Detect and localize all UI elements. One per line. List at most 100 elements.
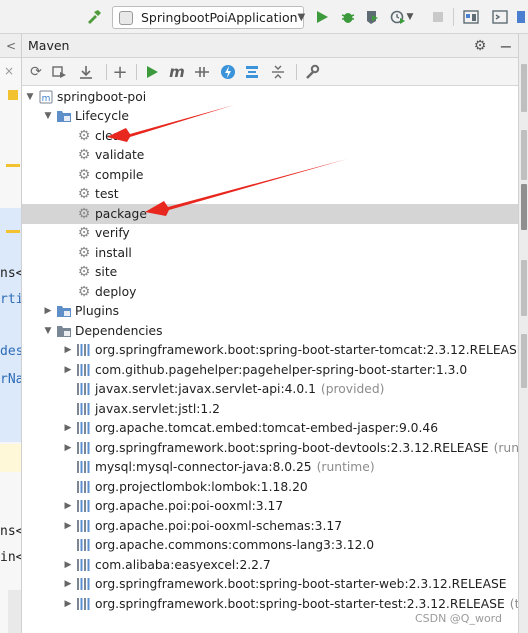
chevron-down-icon[interactable]: ▼ [24,92,36,102]
tree-node-label: site [95,265,118,280]
plugins-folder-icon [56,303,72,319]
lifecycle-goal-install[interactable]: ⚙ install [22,243,518,263]
chevron-right-icon[interactable]: ▶ [62,560,74,570]
highlight-line [0,444,21,472]
chevron-right-icon[interactable]: ▶ [62,443,74,453]
run-icon[interactable] [312,7,332,27]
lifecycle-goal-site[interactable]: ⚙ site [22,263,518,283]
lifecycle-goal-package[interactable]: ⚙ package [22,204,518,224]
tree-node-label: org.projectlombok:lombok:1.18.20 [95,479,308,494]
run-config-label: SpringbootPoiApplication [141,10,298,25]
toggle-offline-icon[interactable] [192,62,212,82]
library-icon [76,479,92,495]
more-icon[interactable] [514,7,526,27]
run-icon[interactable] [142,62,162,82]
dependency-item[interactable]: mysql:mysql-connector-java:8.0.25 (runtim… [22,458,518,478]
tool-tab-maven[interactable] [521,184,527,230]
build-hammer-icon[interactable] [84,7,104,27]
maven-toolbar: ⟳ + m [22,58,518,86]
chevron-left-icon[interactable]: < [0,34,21,58]
chevron-down-icon[interactable]: ▼ [42,111,54,121]
chevron-right-icon[interactable]: ▶ [62,501,74,511]
tool-tab[interactable] [521,64,527,112]
dependency-item[interactable]: org.projectlombok:lombok:1.18.20 [22,477,518,497]
reload-icon[interactable]: ⟳ [26,62,46,82]
dependency-item[interactable]: javax.servlet:jstl:1.2 [22,399,518,419]
chevron-down-icon[interactable]: ▼ [404,7,416,27]
terminal-icon[interactable] [490,7,510,27]
tree-node-label: install [95,245,132,260]
chevron-right-icon[interactable]: ▶ [62,423,74,433]
lifecycle-goal-validate[interactable]: ⚙ validate [22,146,518,166]
gear-icon[interactable]: ⚙ [470,36,490,56]
dependency-item[interactable]: ▶ org.springframework.boot:spring-boot-st… [22,594,518,614]
tool-tab[interactable] [521,260,527,316]
chevron-right-icon[interactable]: ▶ [42,306,54,316]
gear-icon: ⚙ [77,244,91,261]
library-icon [76,381,92,397]
chevron-right-icon[interactable]: ▶ [62,521,74,531]
stop-icon[interactable] [428,7,448,27]
dependency-item[interactable]: ▶ org.springframework.boot:spring-boot-de… [22,438,518,458]
tool-tab[interactable] [521,334,527,388]
tree-dependencies[interactable]: ▼ Dependencies [22,321,518,341]
tree-node-label: clean [95,128,129,143]
tree-project-root[interactable]: ▼ m springboot-poi [22,87,518,107]
dependency-item[interactable]: ▶ org.apache.poi:poi-ooxml:3.17 [22,497,518,517]
tree-node-label: org.apache.tomcat.embed:tomcat-embed-jas… [95,421,439,436]
tree-node-label: org.apache.commons:commons-lang3:3.12.0 [95,538,375,553]
lifecycle-goal-deploy[interactable]: ⚙ deploy [22,282,518,302]
tree-plugins[interactable]: ▶ Plugins [22,302,518,322]
dependency-item[interactable]: ▶ org.apache.poi:poi-ooxml-schemas:3.17 [22,516,518,536]
debug-icon[interactable] [338,7,358,27]
chevron-right-icon[interactable]: ▶ [62,345,74,355]
coverage-icon[interactable] [362,7,382,27]
tree-node-label: compile [95,167,144,182]
add-icon[interactable]: + [110,62,130,83]
tree-node-label: validate [95,148,145,163]
close-icon[interactable]: × [4,64,14,78]
tree-lifecycle[interactable]: ▼ Lifecycle [22,107,518,127]
change-marker [6,230,20,233]
dependency-item[interactable]: ▶ com.alibaba:easyexcel:2.2.7 [22,555,518,575]
chevron-right-icon[interactable]: ▶ [62,579,74,589]
chevron-down-icon[interactable]: ▼ [42,326,54,336]
library-icon [76,576,92,592]
lifecycle-goal-clean[interactable]: ⚙ clean [22,126,518,146]
tree-node-label: package [95,206,147,221]
chevron-right-icon[interactable]: ▶ [62,365,74,375]
dependency-item[interactable]: ▶ org.springframework.boot:spring-boot-st… [22,575,518,595]
watermark: CSDN @Q_word [414,612,502,625]
show-dependencies-icon[interactable] [242,62,262,82]
chevron-right-icon[interactable]: ▶ [62,599,74,609]
settings-wrench-icon[interactable] [302,62,322,82]
run-configuration-select[interactable]: SpringbootPoiApplication ▼ [112,6,305,29]
panel-title: Maven [28,38,70,53]
project-structure-icon[interactable] [461,7,481,27]
gear-icon: ⚙ [77,225,91,242]
tool-tab[interactable] [521,130,527,180]
library-icon [76,440,92,456]
generate-sources-icon[interactable] [50,62,70,82]
lifecycle-goal-verify[interactable]: ⚙ verify [22,224,518,244]
download-icon[interactable] [76,62,96,82]
dependency-item[interactable]: org.apache.commons:commons-lang3:3.12.0 [22,536,518,556]
tree-node-label: org.springframework.boot:spring-boot-dev… [95,440,489,455]
lifecycle-goal-compile[interactable]: ⚙ compile [22,165,518,185]
library-icon [76,420,92,436]
change-marker [6,164,20,167]
gear-icon: ⚙ [77,264,91,281]
lifecycle-goal-test[interactable]: ⚙ test [22,185,518,205]
execute-goal-icon[interactable]: m [167,62,187,82]
collapse-all-icon[interactable] [268,62,288,82]
dependency-item[interactable]: javax.servlet:javax.servlet-api:4.0.1 (pr… [22,380,518,400]
dependency-item[interactable]: ▶ org.springframework.boot:spring-boot-st… [22,341,518,361]
dependency-item[interactable]: ▶ org.apache.tomcat.embed:tomcat-embed-ja… [22,419,518,439]
dependency-item[interactable]: ▶ com.github.pagehelper:pagehelper-spring… [22,360,518,380]
library-icon [76,459,92,475]
tree-node-label: org.apache.poi:poi-ooxml:3.17 [95,499,284,514]
run-toolbar: SpringbootPoiApplication ▼ ▼ [0,0,528,34]
code-fragment: des [0,344,22,359]
minimize-icon[interactable]: − [496,36,516,56]
skip-tests-icon[interactable] [218,62,238,82]
